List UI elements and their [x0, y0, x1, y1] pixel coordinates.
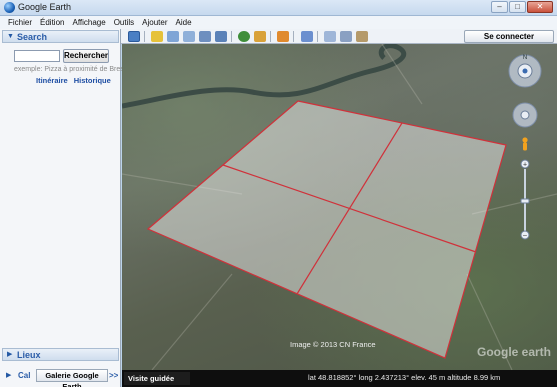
pegman-icon[interactable] — [522, 137, 528, 151]
search-panel-title: Search — [17, 32, 48, 42]
layers-gallery-row: ▶ Cal Galerie Google Earth >> — [2, 368, 120, 387]
image-overlay-icon[interactable] — [199, 31, 211, 42]
map-status-bar: Visite guidée lat 48.818852° long 2.4372… — [122, 370, 557, 387]
earth-gallery-button[interactable]: Galerie Google Earth — [36, 369, 108, 387]
maximize-button[interactable]: □ — [509, 1, 526, 13]
sunlight-icon[interactable] — [254, 31, 266, 42]
planet-switch-icon[interactable] — [277, 31, 289, 42]
save-image-icon[interactable] — [356, 31, 368, 42]
svg-text:–: – — [523, 233, 527, 240]
history-link[interactable]: Historique — [74, 76, 111, 85]
image-overlay-region[interactable] — [146, 100, 507, 359]
svg-text:+: + — [523, 162, 527, 169]
email-icon[interactable] — [324, 31, 336, 42]
toolbar-separator — [270, 31, 271, 42]
close-button[interactable]: ✕ — [527, 1, 553, 13]
print-icon[interactable] — [340, 31, 352, 42]
toolbar-separator — [144, 31, 145, 42]
ruler-icon[interactable] — [301, 31, 313, 42]
expand-more-button[interactable]: >> — [109, 371, 118, 380]
places-panel-title: Lieux — [17, 350, 41, 360]
svg-text:N: N — [523, 55, 527, 61]
zoom-slider[interactable]: + – — [520, 159, 530, 240]
menu-ajouter[interactable]: Ajouter — [138, 16, 171, 29]
expand-triangle-icon: ▶ — [7, 351, 13, 358]
side-panel: ▼ Search Rechercher exemple: Pizza à pro… — [0, 29, 124, 387]
expand-triangle-icon: ▶ — [6, 372, 12, 379]
historical-imagery-icon[interactable] — [238, 31, 250, 42]
guided-tour-button[interactable]: Visite guidée — [124, 372, 190, 385]
google-earth-icon — [4, 2, 15, 13]
search-input[interactable] — [14, 50, 60, 62]
places-panel-header[interactable]: ▶ Lieux — [2, 348, 119, 361]
minimize-button[interactable]: – — [491, 1, 508, 13]
look-joystick[interactable]: N — [508, 54, 542, 88]
map-view[interactable]: N + – Image © 2013 CN France Google eart… — [122, 44, 557, 370]
menu-bar: Fichier Édition Affichage Outils Ajouter… — [0, 16, 557, 29]
collapse-triangle-icon: ▼ — [7, 33, 14, 40]
menu-edition[interactable]: Édition — [36, 16, 68, 29]
google-earth-logo: Google earth — [477, 345, 552, 359]
window-title: Google Earth — [18, 2, 72, 12]
search-hint: exemple: Pizza à proximité de Bres — [14, 66, 124, 73]
path-icon[interactable] — [183, 31, 195, 42]
sign-in-button[interactable]: Se connecter — [464, 30, 554, 43]
move-joystick[interactable] — [512, 102, 538, 128]
title-bar: Google Earth – □ ✕ — [0, 0, 557, 16]
menu-fichier[interactable]: Fichier — [4, 16, 36, 29]
imagery-copyright: Image © 2013 CN France — [290, 340, 376, 349]
sidebar-toggle-icon[interactable] — [128, 31, 140, 42]
toolbar: Se connecter — [121, 29, 557, 44]
map-overlay: N + – — [122, 44, 557, 370]
toolbar-separator — [293, 31, 294, 42]
toolbar-separator — [231, 31, 232, 42]
record-tour-icon[interactable] — [215, 31, 227, 42]
coordinates-status: lat 48.818852° long 2.437213° elev. 45 m… — [308, 373, 501, 382]
placemark-icon[interactable] — [151, 31, 163, 42]
menu-aide[interactable]: Aide — [172, 16, 196, 29]
directions-link[interactable]: Itinéraire — [36, 76, 68, 85]
river — [122, 44, 407, 109]
search-button[interactable]: Rechercher — [63, 49, 109, 63]
search-panel-header[interactable]: ▼ Search — [2, 30, 119, 43]
toolbar-separator — [317, 31, 318, 42]
menu-outils[interactable]: Outils — [110, 16, 138, 29]
polygon-icon[interactable] — [167, 31, 179, 42]
layers-tab-label[interactable]: Cal — [18, 371, 30, 380]
menu-affichage[interactable]: Affichage — [68, 16, 109, 29]
